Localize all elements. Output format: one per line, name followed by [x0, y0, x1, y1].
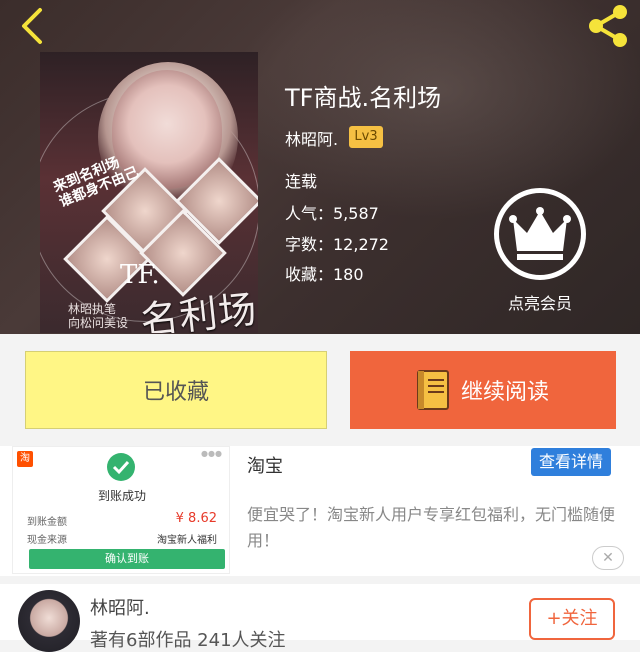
share-icon — [589, 5, 627, 47]
ad-amount-row: 到账金额 ¥ 8.62 — [27, 511, 217, 528]
author-card-name: 林昭阿. — [90, 598, 150, 619]
ad-source-row: 现金来源 淘宝新人福利 — [27, 531, 217, 546]
vip-label[interactable]: 点亮会员 — [498, 290, 582, 314]
ad-description: 便宜哭了！淘宝新人用户专享红包福利，无门槛随便用！ — [247, 505, 616, 550]
cover-title-tf: TF. — [120, 260, 160, 290]
ad-confirm-button: 确认到账 — [29, 549, 225, 569]
ad-amount-label: 到账金额 — [27, 517, 67, 528]
author-card[interactable]: 林昭阿. 著有6部作品 241人关注 +关注 — [0, 584, 640, 652]
continue-reading-label: 继续阅读 — [460, 380, 549, 405]
popularity-stat: 人气：5,587 — [285, 204, 379, 223]
ad-thumbnail[interactable]: 淘 ●●● 到账成功 到账金额 ¥ 8.62 现金来源 淘宝新人福利 确认到账 — [12, 446, 230, 574]
book-icon — [416, 370, 449, 410]
vip-button[interactable] — [494, 188, 586, 280]
ad-close-button[interactable]: ✕ — [592, 546, 624, 570]
chevron-left-icon — [22, 8, 42, 44]
favorited-label: 已收藏 — [142, 380, 209, 405]
back-button[interactable] — [12, 6, 52, 46]
ad-source-label: 现金来源 — [27, 535, 67, 546]
share-button[interactable] — [584, 4, 632, 48]
check-circle-icon — [107, 453, 135, 481]
ad-title: 淘宝 — [247, 456, 283, 477]
level-badge: Lv3 — [349, 126, 383, 148]
favorites-stat: 收藏：180 — [285, 265, 364, 284]
ad-status-text: 到账成功 — [97, 489, 146, 503]
continue-reading-button[interactable]: 继续阅读 — [350, 351, 616, 429]
serial-status: 连载 — [285, 172, 318, 191]
book-title: TF商战.名利场 — [285, 84, 442, 112]
book-cover[interactable]: 来到名利场 谁都身不由己 TF. 名利场 林昭执笔 向松问美设 — [40, 52, 258, 333]
book-header: 来到名利场 谁都身不由己 TF. 名利场 林昭执笔 向松问美设 TF商战.名利场… — [0, 0, 640, 334]
ad-source-value: 淘宝新人福利 — [157, 535, 217, 546]
favorited-button[interactable]: 已收藏 — [25, 351, 327, 429]
word-count-stat: 字数：12,272 — [285, 235, 389, 254]
ad-detail-button[interactable]: 查看详情 — [531, 448, 611, 476]
avatar[interactable] — [18, 590, 80, 652]
author-link[interactable]: 林昭阿. — [285, 126, 338, 150]
taobao-logo-icon: 淘 — [17, 451, 33, 467]
author-card-works: 著有6部作品 241人关注 — [90, 630, 286, 651]
crown-icon — [509, 207, 571, 260]
ad-amount-value: ¥ 8.62 — [175, 511, 217, 526]
more-dots-icon: ●●● — [201, 449, 222, 458]
follow-button[interactable]: +关注 — [529, 598, 615, 640]
cover-credit: 林昭执笔 向松问美设 — [68, 302, 129, 330]
